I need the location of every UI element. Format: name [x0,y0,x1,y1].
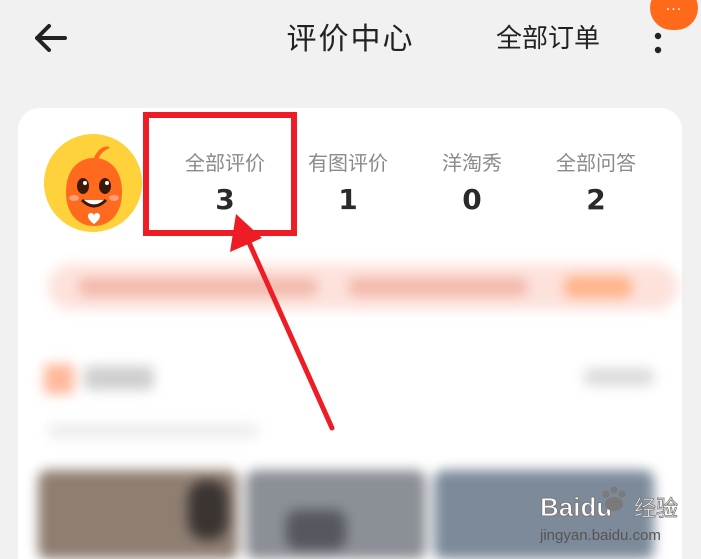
blurred-banner [48,264,678,310]
all-orders-link[interactable]: 全部订单 [496,18,600,55]
annotation-highlight-box [143,112,297,236]
review-stats: 全部评价 3 有图评价 1 洋淘秀 0 全部问答 2 [0,146,701,226]
blurred-photo [38,470,238,559]
svg-text:经验: 经验 [634,497,678,522]
more-button[interactable] [646,28,670,58]
blurred-shop-logo [44,364,74,394]
stat-label: 全部问答 [556,151,636,175]
svg-text:Baidu: Baidu [540,492,612,522]
stat-count: 2 [586,183,606,216]
stat-buyer-show[interactable]: 洋淘秀 0 [407,146,537,220]
blurred-timestamp [584,368,654,386]
stat-label: 洋淘秀 [442,151,502,175]
stat-count: 0 [462,183,482,216]
blurred-shop-name [84,366,154,390]
stat-photo-reviews[interactable]: 有图评价 1 [283,146,413,220]
stat-label: 有图评价 [308,151,388,175]
blurred-photo [246,470,426,559]
review-center-screen: 评价中心 全部订单 ··· 全部评价 3 有图评价 1 洋淘秀 0 全部问答 2… [0,0,701,559]
svg-text:jingyan.baidu.com: jingyan.baidu.com [539,527,661,544]
stat-count: 1 [338,183,358,216]
stat-all-qa[interactable]: 全部问答 2 [531,146,661,220]
blurred-text-line [48,424,258,438]
more-vertical-icon [654,32,662,54]
baidu-jingyan-watermark: Baidu 经验 jingyan.baidu.com [538,484,688,548]
